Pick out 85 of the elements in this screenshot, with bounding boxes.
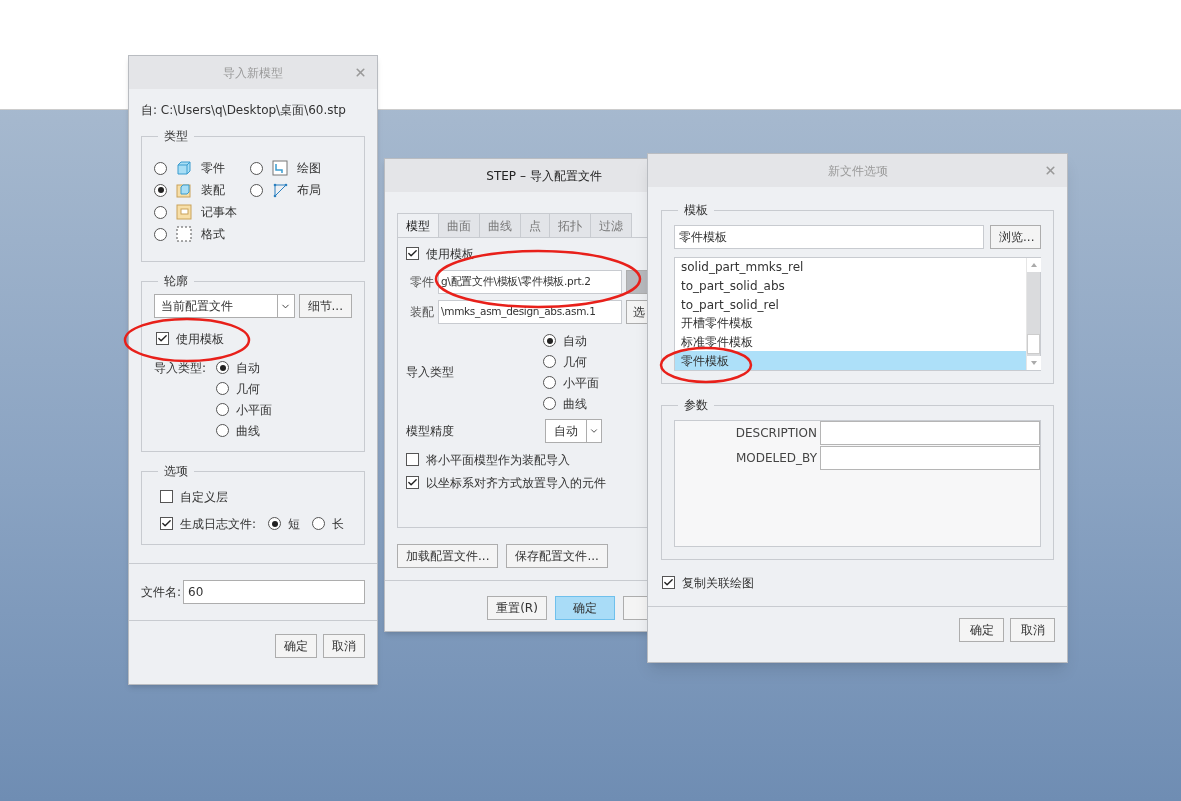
close-icon[interactable] xyxy=(1044,164,1057,177)
dialog-button[interactable]: 确定 xyxy=(555,596,615,620)
parameter-value-field[interactable] xyxy=(820,446,1040,470)
tab[interactable]: 曲面 xyxy=(438,213,480,238)
path-field[interactable]: \mmks_asm_design_abs.asm.1 xyxy=(438,300,622,324)
scrollbar[interactable] xyxy=(1026,258,1040,370)
field-label: 装配 xyxy=(409,304,434,321)
window-title: 新文件选项 xyxy=(827,162,888,180)
path-field[interactable]: g\配置文件\模板\零件模板.prt.2 xyxy=(438,270,622,294)
radio-option[interactable]: 格式 xyxy=(154,223,250,245)
checkbox[interactable]: 使用模板 xyxy=(156,328,352,349)
radio-option[interactable]: 小平面 xyxy=(216,399,273,420)
dialog-button[interactable]: 细节... xyxy=(298,294,352,318)
list-item[interactable]: 零件模板 xyxy=(675,351,1026,371)
radio-option[interactable]: 装配 xyxy=(154,179,250,201)
parameter-name: MODELED_BY xyxy=(734,450,818,467)
checkbox[interactable]: 自定义层 xyxy=(160,486,352,507)
checkmark-icon xyxy=(407,248,418,259)
group-title: 参数 xyxy=(683,397,709,414)
drawing-sheet-icon xyxy=(272,160,288,176)
tab[interactable]: 过滤 xyxy=(590,213,632,238)
radio-option[interactable]: 零件 xyxy=(154,157,250,179)
parameter-name: DESCRIPTION xyxy=(734,425,818,442)
group-title: 轮廓 xyxy=(163,273,189,290)
radio-option[interactable]: 曲线 xyxy=(216,420,273,441)
template-field[interactable]: 零件模板 xyxy=(674,225,984,249)
scroll-up-icon[interactable] xyxy=(1027,258,1041,272)
checkmark-icon xyxy=(157,333,168,344)
dialog-button[interactable]: 加载配置文件... xyxy=(397,544,499,568)
filename-field[interactable]: 60 xyxy=(183,580,365,604)
close-icon[interactable] xyxy=(354,66,367,79)
checkbox[interactable]: 生成日志文件: xyxy=(160,513,257,534)
checkmark-icon xyxy=(161,518,172,529)
dialog-button[interactable]: 取消 xyxy=(1010,618,1055,642)
dialog-button[interactable]: 浏览... xyxy=(990,225,1041,249)
group-title: 选项 xyxy=(163,463,189,480)
radio-option[interactable]: 几何 xyxy=(543,351,599,372)
dialog-button[interactable]: 确定 xyxy=(959,618,1004,642)
checkmark-icon xyxy=(407,477,418,488)
profile-dropdown[interactable]: 当前配置文件 xyxy=(154,294,295,318)
scrollbar-thumb[interactable] xyxy=(1027,334,1040,354)
field-label: 零件 xyxy=(409,274,434,291)
radio-option[interactable]: 自动 xyxy=(543,330,599,351)
list-item[interactable]: 开槽零件模板 xyxy=(675,314,1026,333)
list-item[interactable]: solid_part_mmks_rel xyxy=(675,258,1026,277)
radio-option[interactable]: 绘图 xyxy=(250,157,346,179)
group-title: 类型 xyxy=(163,128,189,145)
list-item[interactable]: to_part_solid_abs xyxy=(675,276,1026,296)
window-title: STEP – 导入配置文件 xyxy=(486,167,602,185)
list-item[interactable]: to_part_solid_rel xyxy=(675,295,1026,314)
dialog-button[interactable]: 重置(R) xyxy=(487,596,547,620)
list-item[interactable]: 标准零件模板 xyxy=(675,332,1026,352)
cube-icon xyxy=(176,182,192,198)
radio-option[interactable]: 小平面 xyxy=(543,372,599,393)
scroll-down-icon[interactable] xyxy=(1027,356,1041,370)
radio-option[interactable]: 布局 xyxy=(250,179,346,201)
radio-option[interactable]: 几何 xyxy=(216,378,273,399)
field-label: 导入类型 xyxy=(406,364,455,381)
source-path: 自: C:\Users\q\Desktop\桌面\60.stp xyxy=(140,102,347,119)
checkmark-icon xyxy=(663,577,674,588)
checkbox[interactable]: 复制关联绘图 xyxy=(662,572,1053,593)
layout-line-icon xyxy=(272,182,288,198)
precision-dropdown[interactable]: 自动 xyxy=(545,419,602,443)
tab[interactable]: 模型 xyxy=(397,213,439,238)
group-title: 模板 xyxy=(683,202,709,219)
notebook-icon xyxy=(176,204,192,220)
cube-icon xyxy=(176,160,192,176)
caret-icon xyxy=(589,426,599,436)
dialog-button[interactable]: 取消 xyxy=(323,634,365,658)
parameter-value-field[interactable] xyxy=(820,421,1040,445)
radio-option[interactable]: 短 xyxy=(268,513,301,534)
radio-option[interactable]: 自动 xyxy=(216,357,273,378)
dialog-button[interactable]: 确定 xyxy=(275,634,317,658)
radio-option[interactable]: 记事本 xyxy=(154,201,250,223)
tab[interactable]: 点 xyxy=(520,213,550,238)
tab[interactable]: 拓扑 xyxy=(549,213,591,238)
tab[interactable]: 曲线 xyxy=(479,213,521,238)
dialog-button[interactable]: 保存配置文件... xyxy=(506,544,608,568)
window-title: 导入新模型 xyxy=(223,64,283,82)
field-label: 文件名: xyxy=(141,584,182,601)
radio-option[interactable]: 长 xyxy=(312,513,345,534)
radio-option[interactable]: 曲线 xyxy=(543,393,599,414)
field-label: 导入类型: xyxy=(154,359,207,377)
field-label: 模型精度 xyxy=(406,423,455,440)
dashed-frame-icon xyxy=(176,226,192,242)
